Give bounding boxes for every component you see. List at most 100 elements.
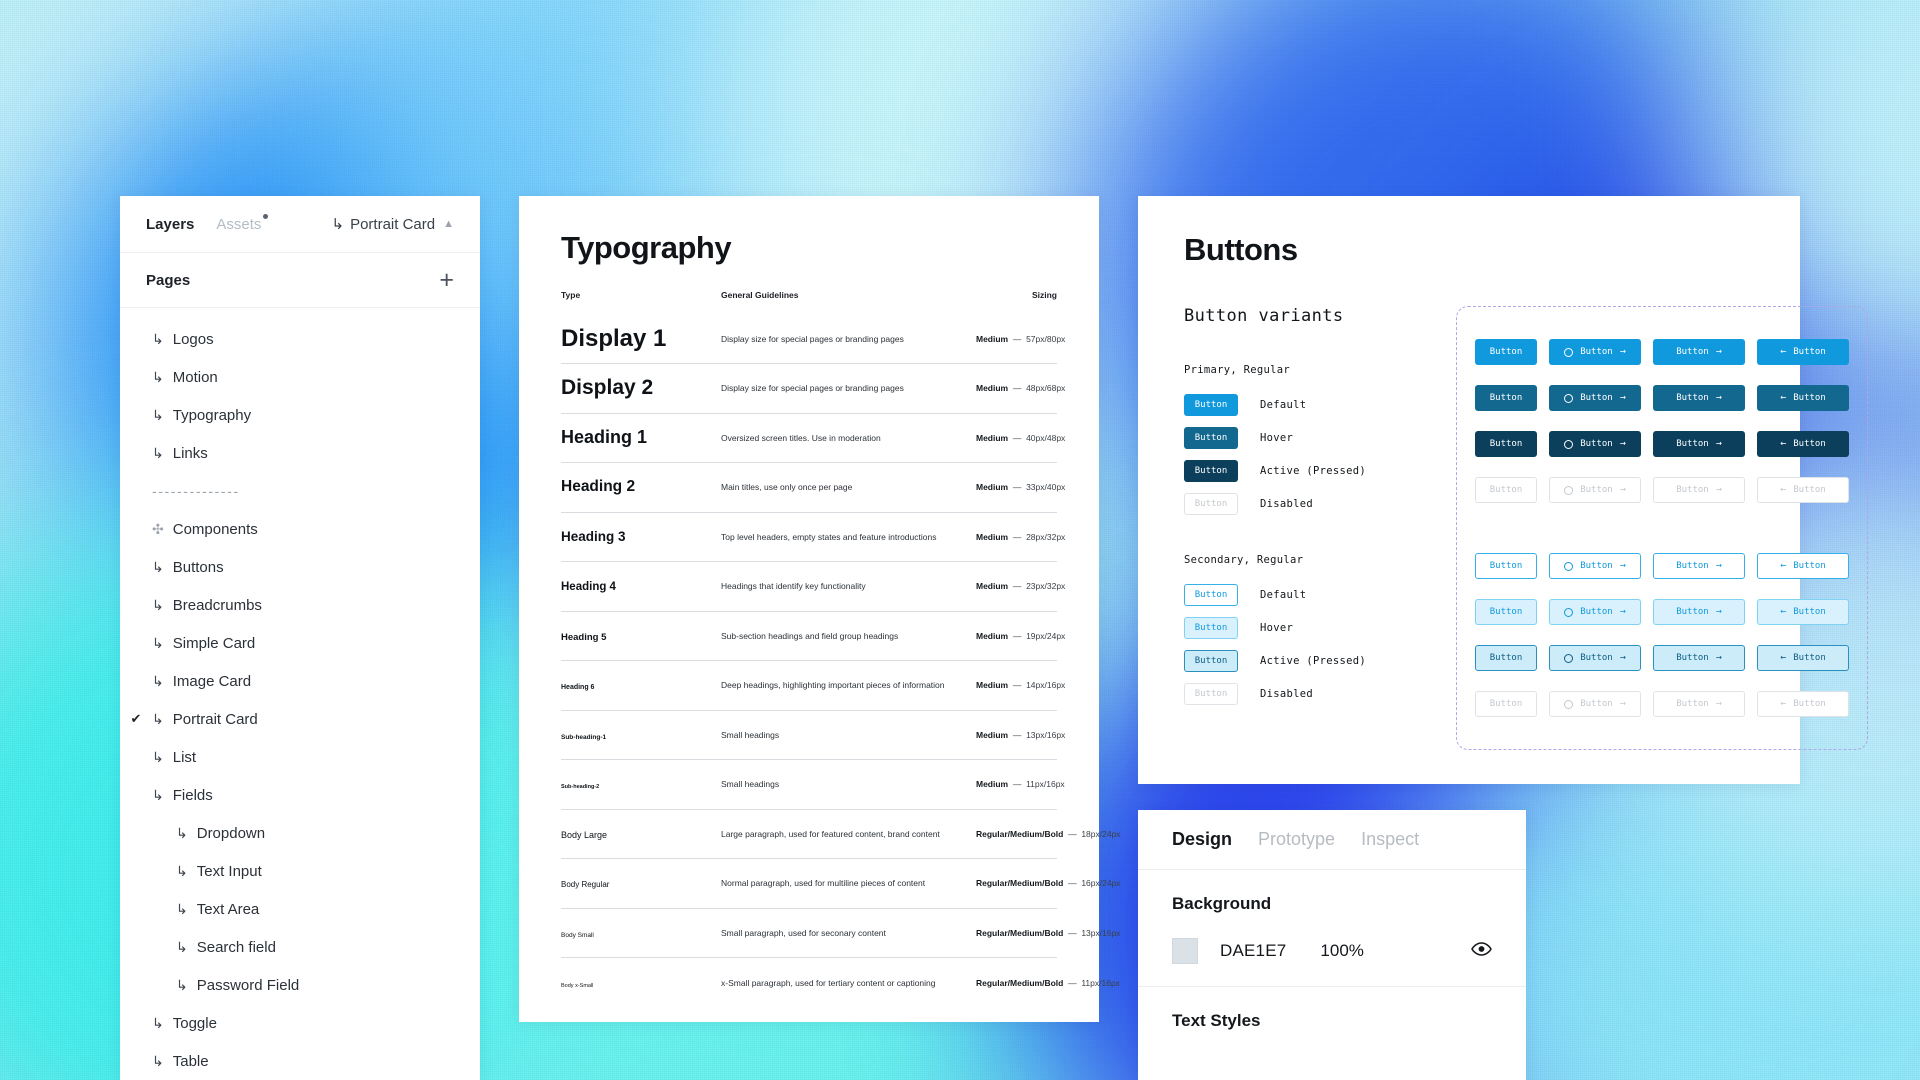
sample-button[interactable]: Button → <box>1549 553 1641 579</box>
sample-button[interactable]: Button <box>1475 431 1537 457</box>
sample-button[interactable]: Button → <box>1653 339 1745 365</box>
list-item[interactable]: ✣ Components <box>120 510 480 548</box>
sample-button[interactable]: Button → <box>1653 477 1745 503</box>
sample-button[interactable]: Button <box>1184 583 1238 606</box>
list-item-content: ↳ Image Card <box>152 673 251 690</box>
type-sizing-metrics: 13px/16px <box>1026 729 1066 740</box>
nested-arrow-icon: ↳ <box>176 862 188 879</box>
type-sizing-cell: Medium — 19px/24px <box>976 610 1065 661</box>
list-item[interactable]: ↳ Search field <box>120 928 480 966</box>
sample-button[interactable]: Button <box>1475 339 1537 365</box>
sample-button[interactable]: Button → <box>1549 431 1641 457</box>
sample-button[interactable]: Button → <box>1549 599 1641 625</box>
sample-button[interactable]: Button <box>1475 599 1537 625</box>
type-guideline-cell: Display size for special pages or brandi… <box>721 363 976 413</box>
sample-button-label: Button <box>1194 622 1228 633</box>
table-row: Body x-Small x-Small paragraph, used for … <box>561 957 1120 1007</box>
tab-design[interactable]: Design <box>1172 829 1232 850</box>
list-item[interactable]: ↳ Buttons <box>120 548 480 586</box>
list-item[interactable]: ↳ Breadcrumbs <box>120 586 480 624</box>
list-item[interactable]: ↳ Table <box>120 1042 480 1080</box>
typography-table: Type General Guidelines Sizing Display 1… <box>561 290 1121 1007</box>
list-item[interactable]: ↳ Links <box>120 434 480 472</box>
button-grid-row: Button Button → Button → ← Button <box>1475 681 1849 727</box>
sample-button-label: Button <box>1489 561 1523 571</box>
sample-button[interactable]: Button → <box>1549 691 1641 717</box>
sample-button[interactable]: ← Button <box>1757 339 1849 365</box>
sample-button[interactable]: Button <box>1184 459 1238 482</box>
list-item[interactable]: ✔ ↳ Portrait Card <box>120 700 480 738</box>
sample-button[interactable]: ← Button <box>1757 431 1849 457</box>
type-sizing-cell: Medium — 40px/48px <box>976 412 1065 463</box>
sample-button[interactable]: Button <box>1184 682 1238 705</box>
sample-button[interactable]: Button <box>1475 477 1537 503</box>
sample-button[interactable]: Button <box>1475 691 1537 717</box>
type-sizing-weights: Regular/Medium/Bold <box>976 878 1064 889</box>
sample-button[interactable]: Button <box>1184 492 1238 515</box>
tab-assets[interactable]: Assets <box>216 213 269 233</box>
sample-button[interactable]: Button → <box>1549 385 1641 411</box>
color-swatch[interactable] <box>1172 938 1198 964</box>
list-item[interactable]: ↳ Image Card <box>120 662 480 700</box>
list-item[interactable]: ↳ Simple Card <box>120 624 480 662</box>
list-item[interactable]: ↳ Typography <box>120 396 480 434</box>
type-sizing-metrics: 11px/16px <box>1026 779 1065 790</box>
nested-arrow-icon: ↳ <box>152 558 164 575</box>
sample-button[interactable]: Button <box>1184 616 1238 639</box>
type-sizing-weights: Medium <box>976 630 1009 641</box>
type-sample-label: Sub-heading-1 <box>561 733 607 741</box>
sample-button[interactable]: Button → <box>1549 477 1641 503</box>
button-variants-column: Button variants Primary, Regular Button De… <box>1184 306 1446 750</box>
tab-layers-label: Layers <box>146 215 195 233</box>
list-item[interactable]: ↳ Text Input <box>120 852 480 890</box>
list-item[interactable]: ↳ Fields <box>120 776 480 814</box>
list-item-content: ↳ Motion <box>152 369 218 386</box>
list-item[interactable]: ↳ Logos <box>120 320 480 358</box>
sample-button[interactable]: Button → <box>1653 691 1745 717</box>
type-guideline-cell: Deep headings, highlighting important pi… <box>721 660 976 710</box>
sample-button[interactable]: Button <box>1475 553 1537 579</box>
eye-icon[interactable] <box>1471 941 1492 961</box>
sample-button-label: Button <box>1676 485 1709 495</box>
arrow-right-icon: → <box>1619 652 1626 663</box>
sample-button[interactable]: Button → <box>1653 645 1745 671</box>
sample-button[interactable]: ← Button <box>1757 599 1849 625</box>
color-hex-value[interactable]: DAE1E7 <box>1220 941 1286 961</box>
button-grid-row: Button Button → Button → ← Button <box>1475 543 1849 589</box>
sample-button[interactable]: Button <box>1184 393 1238 416</box>
tab-layers[interactable]: Layers <box>146 216 194 233</box>
sample-button[interactable]: Button <box>1475 645 1537 671</box>
sample-button[interactable]: ← Button <box>1757 691 1849 717</box>
tab-prototype[interactable]: Prototype <box>1258 829 1335 850</box>
list-item[interactable]: ↳ Dropdown <box>120 814 480 852</box>
sample-button[interactable]: ← Button <box>1757 477 1849 503</box>
list-item[interactable]: ↳ List <box>120 738 480 776</box>
sample-button[interactable]: Button → <box>1653 385 1745 411</box>
sample-button[interactable]: Button <box>1475 385 1537 411</box>
list-item-label: Breadcrumbs <box>172 596 262 614</box>
list-item[interactable]: ↳ Text Area <box>120 890 480 928</box>
plus-icon[interactable]: + <box>439 267 454 293</box>
list-item[interactable]: ↳ Motion <box>120 358 480 396</box>
sample-button[interactable]: Button → <box>1653 553 1745 579</box>
sample-button[interactable]: Button → <box>1549 645 1641 671</box>
sample-button-label: Button <box>1194 498 1228 509</box>
type-sample-label: Body Regular <box>561 880 610 890</box>
chevron-up-icon[interactable]: ▲ <box>443 218 454 230</box>
arrow-right-icon: → <box>1715 346 1722 357</box>
button-grid-row: Button Button → Button → ← Button <box>1475 375 1849 421</box>
sample-button[interactable]: Button → <box>1653 599 1745 625</box>
list-item[interactable]: ↳ Toggle <box>120 1004 480 1042</box>
breadcrumb[interactable]: ↳ Portrait Card ▲ <box>332 215 455 234</box>
type-sample-cell: Display 1 <box>561 314 721 364</box>
sample-button[interactable]: ← Button <box>1757 385 1849 411</box>
opacity-value[interactable]: 100% <box>1320 941 1363 961</box>
sample-button[interactable]: Button <box>1184 649 1238 672</box>
sample-button[interactable]: Button <box>1184 426 1238 449</box>
sample-button[interactable]: Button → <box>1549 339 1641 365</box>
sample-button[interactable]: Button → <box>1653 431 1745 457</box>
sample-button[interactable]: ← Button <box>1757 553 1849 579</box>
tab-inspect[interactable]: Inspect <box>1361 829 1419 850</box>
list-item[interactable]: ↳ Password Field <box>120 966 480 1004</box>
sample-button[interactable]: ← Button <box>1757 645 1849 671</box>
